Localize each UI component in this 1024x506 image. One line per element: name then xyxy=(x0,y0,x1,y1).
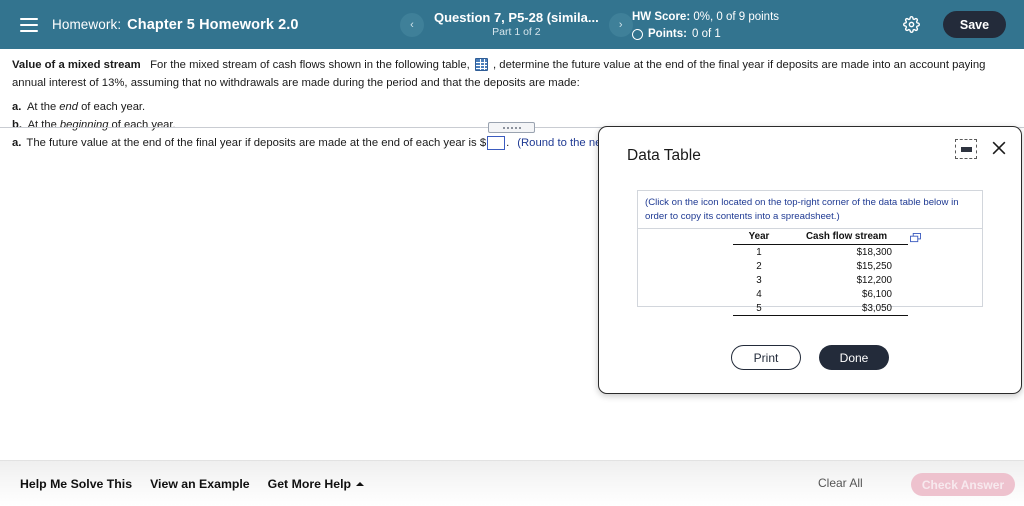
question-topic: Value of a mixed stream xyxy=(12,59,141,71)
table-header-row: Year Cash flow stream xyxy=(733,228,908,245)
clear-all-button[interactable]: Clear All xyxy=(818,476,863,490)
view-an-example-button[interactable]: View an Example xyxy=(150,477,250,491)
gear-icon[interactable] xyxy=(903,16,920,33)
cell-year: 4 xyxy=(756,288,762,300)
hw-score-label: HW Score: xyxy=(632,11,691,23)
cell-cash: $12,200 xyxy=(856,274,892,286)
points-circle-icon xyxy=(632,28,643,40)
cell-cash: $3,050 xyxy=(785,301,908,316)
cell-cash: $6,100 xyxy=(862,288,892,300)
table-row: 5 $3,050 xyxy=(733,301,908,316)
app-header: Homework: Chapter 5 Homework 2.0 ‹ Quest… xyxy=(0,0,1024,49)
question-part-a: a. At the end of each year. xyxy=(12,98,1012,116)
cell-cash: $15,250 xyxy=(856,260,892,272)
hamburger-icon[interactable] xyxy=(20,17,38,32)
part-b-em: beginning xyxy=(59,119,109,132)
answer-input[interactable] xyxy=(487,136,506,150)
caret-up-icon xyxy=(356,481,365,486)
col-header-year: Year xyxy=(733,228,785,245)
points-row: Points: 0 of 1 xyxy=(632,26,779,43)
copy-icon[interactable] xyxy=(910,230,921,243)
answer-part-label: a. xyxy=(12,137,22,149)
splitter-handle[interactable] xyxy=(488,122,535,133)
question-statement: Value of a mixed stream For the mixed st… xyxy=(0,49,1010,92)
table-row: 1 $18,300 xyxy=(733,245,908,260)
question-part-label: Part 1 of 2 xyxy=(492,26,541,39)
part-a-pre: At the xyxy=(26,101,60,113)
answer-row: a. The future value at the end of the fi… xyxy=(12,136,664,150)
prev-question-button[interactable]: ‹ xyxy=(400,12,424,37)
part-a-label: a. xyxy=(12,101,22,113)
check-answer-button[interactable]: Check Answer xyxy=(911,473,1015,496)
hw-score-value: 0%, 0 of 9 points xyxy=(693,11,780,23)
points-label: Points: xyxy=(648,27,687,40)
part-a-em: end xyxy=(59,101,78,113)
homework-app: Homework: Chapter 5 Homework 2.0 ‹ Quest… xyxy=(0,0,1024,506)
app-footer: Help Me Solve This View an Example Get M… xyxy=(0,460,1024,506)
cell-year: 5 xyxy=(733,301,785,316)
done-button[interactable]: Done xyxy=(819,345,889,370)
cell-year: 1 xyxy=(756,246,762,258)
question-label-group: Question 7, P5-28 (simila... Part 1 of 2 xyxy=(434,9,599,39)
help-me-solve-this-label: Help Me Solve This xyxy=(20,476,133,491)
table-grid-icon[interactable] xyxy=(474,58,488,71)
part-b-pre: At the xyxy=(27,119,60,132)
answer-prompt: The future value at the end of the final… xyxy=(26,137,487,149)
table-row: 2 $15,250 xyxy=(733,259,908,273)
dialog-note: (Click on the icon located on the top-ri… xyxy=(637,190,983,230)
question-navigator: ‹ Question 7, P5-28 (simila... Part 1 of… xyxy=(400,0,633,49)
dialog-actions: Print Done xyxy=(599,345,1021,370)
help-me-solve-this-button[interactable]: Help Me Solve This xyxy=(20,477,132,491)
answer-period: . xyxy=(506,137,510,149)
cell-year: 2 xyxy=(756,260,762,272)
data-table: Year Cash flow stream 1 $18,300 2 $15,25… xyxy=(733,228,908,316)
minimize-icon[interactable] xyxy=(955,139,977,159)
cell-year: 3 xyxy=(756,274,762,286)
col-header-cash-flow: Cash flow stream xyxy=(785,228,908,245)
save-button[interactable]: Save xyxy=(943,11,1006,38)
hw-score-row: HW Score: 0%, 0 of 9 points xyxy=(632,9,779,26)
data-table-dialog: Data Table Year Cash flow stream 1 $18,3… xyxy=(598,126,1022,394)
part-a-post: of each year. xyxy=(77,101,146,113)
close-icon[interactable] xyxy=(989,138,1009,158)
part-b-post: of each year. xyxy=(108,119,176,132)
print-button[interactable]: Print xyxy=(731,345,801,370)
question-text-part1: For the mixed stream of cash flows shown… xyxy=(150,59,470,71)
get-more-help-button[interactable]: Get More Help xyxy=(267,476,365,491)
get-more-help-label: Get More Help xyxy=(267,476,352,491)
dialog-title: Data Table xyxy=(627,147,701,164)
question-label: Question 7, P5-28 (simila... xyxy=(434,9,599,25)
table-row: 3 $12,200 xyxy=(733,273,908,287)
header-kicker: Homework: xyxy=(52,17,122,32)
cell-cash: $18,300 xyxy=(856,246,892,258)
view-an-example-label: View an Example xyxy=(150,476,250,491)
page-title: Chapter 5 Homework 2.0 xyxy=(127,16,299,33)
score-summary: HW Score: 0%, 0 of 9 points Points: 0 of… xyxy=(632,9,779,42)
points-value: 0 of 1 xyxy=(691,27,721,40)
table-row: 4 $6,100 xyxy=(733,287,908,301)
next-question-button[interactable]: › xyxy=(608,12,633,37)
part-b-label: b. xyxy=(12,119,22,132)
